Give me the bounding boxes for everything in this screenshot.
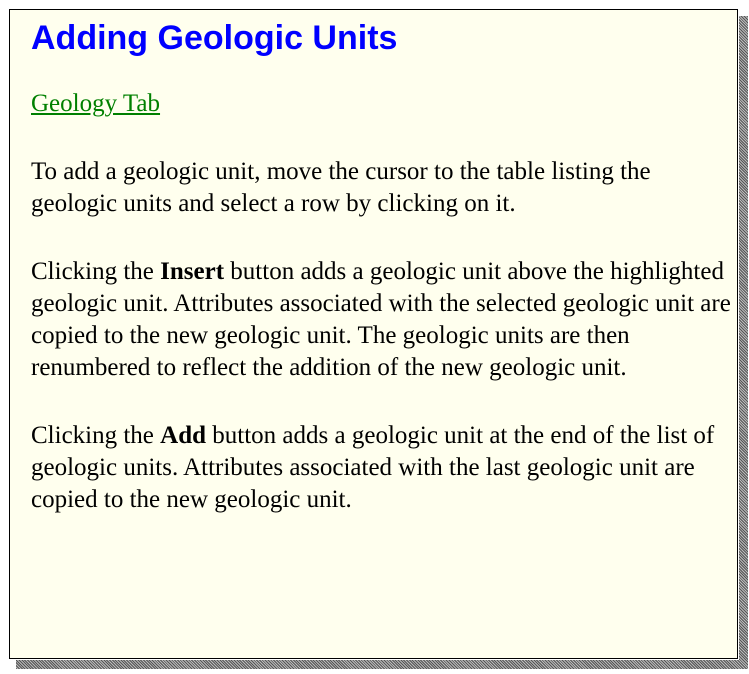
paragraph-insert-lead: Clicking the xyxy=(31,258,161,285)
geology-tab-link[interactable]: Geology Tab xyxy=(31,88,160,120)
help-content: Adding Geologic Units Geology Tab To add… xyxy=(31,18,731,516)
insert-keyword: Insert xyxy=(160,258,225,285)
paragraph-add-lead: Clicking the xyxy=(31,422,161,449)
help-popup-window: Adding Geologic Units Geology Tab To add… xyxy=(9,9,738,659)
add-keyword: Add xyxy=(160,422,207,449)
popup-shadow-bottom xyxy=(16,660,748,669)
underlying-window-edge xyxy=(16,669,748,674)
paragraph-select-row: To add a geologic unit, move the cursor … xyxy=(31,158,651,217)
page-title: Adding Geologic Units xyxy=(31,19,398,57)
paragraph-insert: Clicking the Insert button adds a geolog… xyxy=(31,256,731,384)
popup-shadow-right xyxy=(739,16,748,668)
paragraph-add: Clicking the Add button adds a geologic … xyxy=(31,420,731,516)
